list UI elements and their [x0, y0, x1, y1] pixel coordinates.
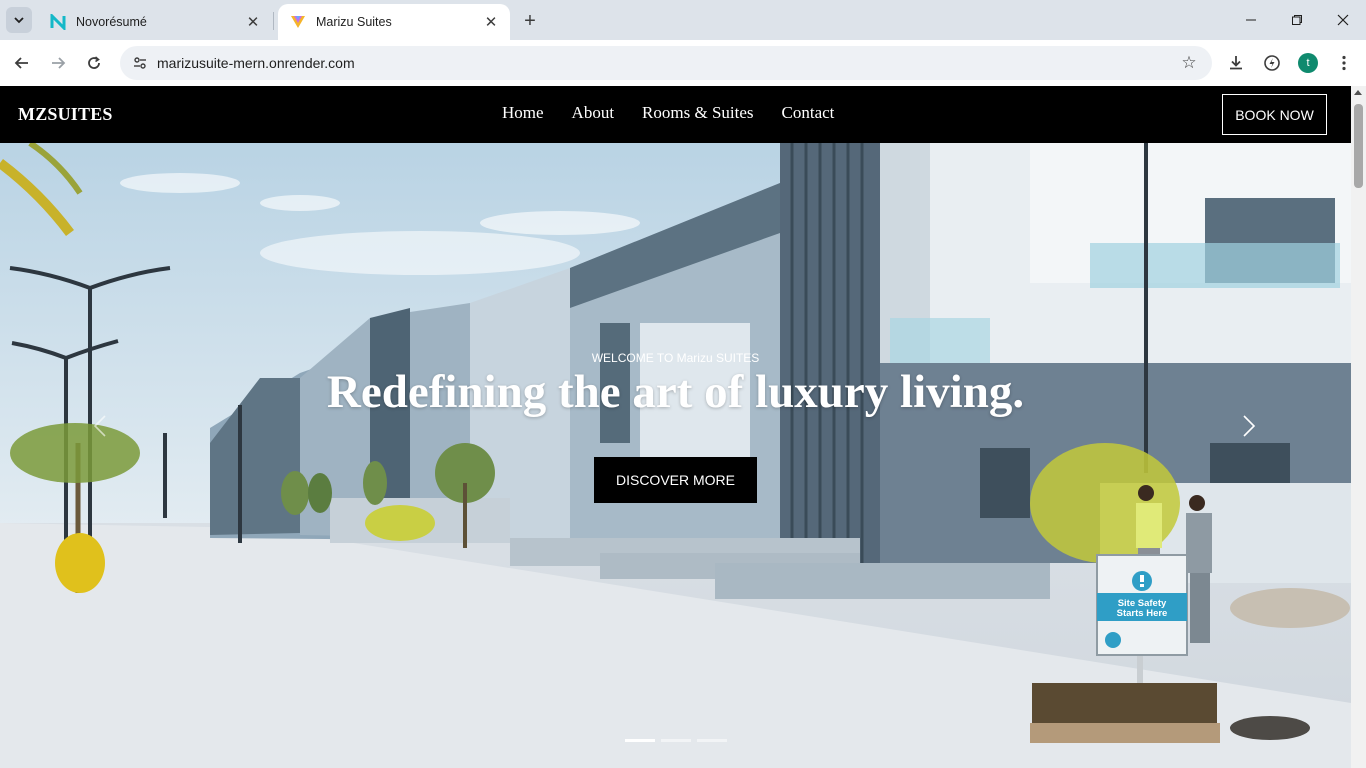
hero-title: Redefining the art of luxury living.	[326, 366, 1025, 418]
close-window-button[interactable]	[1320, 0, 1366, 40]
nav-link-home[interactable]: Home	[502, 103, 544, 123]
hero-eyebrow: WELCOME TO Marizu SUITES	[591, 351, 760, 365]
browser-tab-marizu[interactable]: Marizu Suites ✕	[278, 4, 510, 40]
nav-link-contact[interactable]: Contact	[782, 103, 835, 123]
restore-button[interactable]	[1274, 0, 1320, 40]
tab-title: Novorésumé	[76, 15, 147, 29]
back-button[interactable]	[8, 49, 36, 77]
forward-button[interactable]	[44, 49, 72, 77]
browser-toolbar: marizusuite-mern.onrender.com ☆ t	[0, 40, 1366, 86]
page-scrollbar[interactable]	[1351, 86, 1366, 768]
site-brand-logo[interactable]: MZSUITES	[18, 104, 113, 125]
carousel-indicator-2[interactable]	[661, 739, 691, 742]
scroll-up-arrow-icon[interactable]	[1354, 90, 1362, 95]
page-viewport: MZSUITES Home About Rooms & Suites Conta…	[0, 86, 1366, 768]
arrow-right-icon	[52, 57, 66, 69]
novoresume-logo-icon	[50, 14, 66, 30]
browser-tab-strip: Novorésumé ✕ Marizu Suites ✕ +	[0, 0, 1366, 40]
chevron-right-icon	[1243, 415, 1256, 437]
close-icon	[1337, 14, 1349, 26]
bookmark-star-icon[interactable]: ☆	[1178, 52, 1200, 74]
chevron-down-icon	[14, 17, 24, 24]
discover-more-button[interactable]: DISCOVER MORE	[594, 457, 757, 503]
carousel-indicator-1[interactable]	[625, 739, 655, 742]
close-icon[interactable]: ✕	[244, 13, 262, 31]
minimize-icon	[1246, 19, 1256, 21]
carousel-prev-button[interactable]	[88, 411, 112, 441]
url-text[interactable]: marizusuite-mern.onrender.com	[157, 55, 355, 71]
photo-sign-text: Site Safety Starts Here	[1099, 599, 1185, 619]
chevron-left-icon	[93, 415, 106, 437]
sign-line-2: Starts Here	[1116, 608, 1168, 619]
carousel-indicators	[625, 739, 727, 742]
nav-link-rooms-suites[interactable]: Rooms & Suites	[642, 103, 753, 123]
new-tab-button[interactable]: +	[518, 9, 542, 33]
scrollbar-thumb[interactable]	[1354, 104, 1363, 188]
hero-background-photo	[0, 143, 1351, 768]
book-now-button[interactable]: BOOK NOW	[1222, 94, 1327, 135]
address-bar[interactable]: marizusuite-mern.onrender.com ☆	[120, 46, 1212, 80]
tab-title: Marizu Suites	[316, 15, 392, 29]
arrow-left-icon	[14, 57, 28, 69]
reload-button[interactable]	[80, 49, 108, 77]
browser-tab-novoresume[interactable]: Novorésumé ✕	[38, 4, 272, 40]
carousel-next-button[interactable]	[1237, 411, 1261, 441]
menu-kebab-icon[interactable]	[1332, 51, 1356, 75]
marizu-logo-icon	[290, 14, 306, 30]
site-settings-icon[interactable]	[128, 51, 152, 75]
tab-search-button[interactable]	[6, 7, 32, 33]
reload-icon	[88, 56, 100, 69]
carousel-indicator-3[interactable]	[697, 739, 727, 742]
download-icon[interactable]	[1224, 51, 1248, 75]
site-navbar: MZSUITES Home About Rooms & Suites Conta…	[0, 86, 1351, 143]
extension-icon[interactable]	[1260, 51, 1284, 75]
hero-carousel: Site Safety Starts Here WELCOME TO Mariz…	[0, 143, 1351, 768]
minimize-button[interactable]	[1228, 0, 1274, 40]
nav-link-about[interactable]: About	[572, 103, 615, 123]
restore-icon	[1292, 15, 1302, 25]
tab-divider	[273, 12, 274, 30]
close-icon[interactable]: ✕	[482, 13, 500, 31]
profile-avatar[interactable]: t	[1298, 53, 1318, 73]
site-menu: Home About Rooms & Suites Contact	[502, 103, 834, 123]
